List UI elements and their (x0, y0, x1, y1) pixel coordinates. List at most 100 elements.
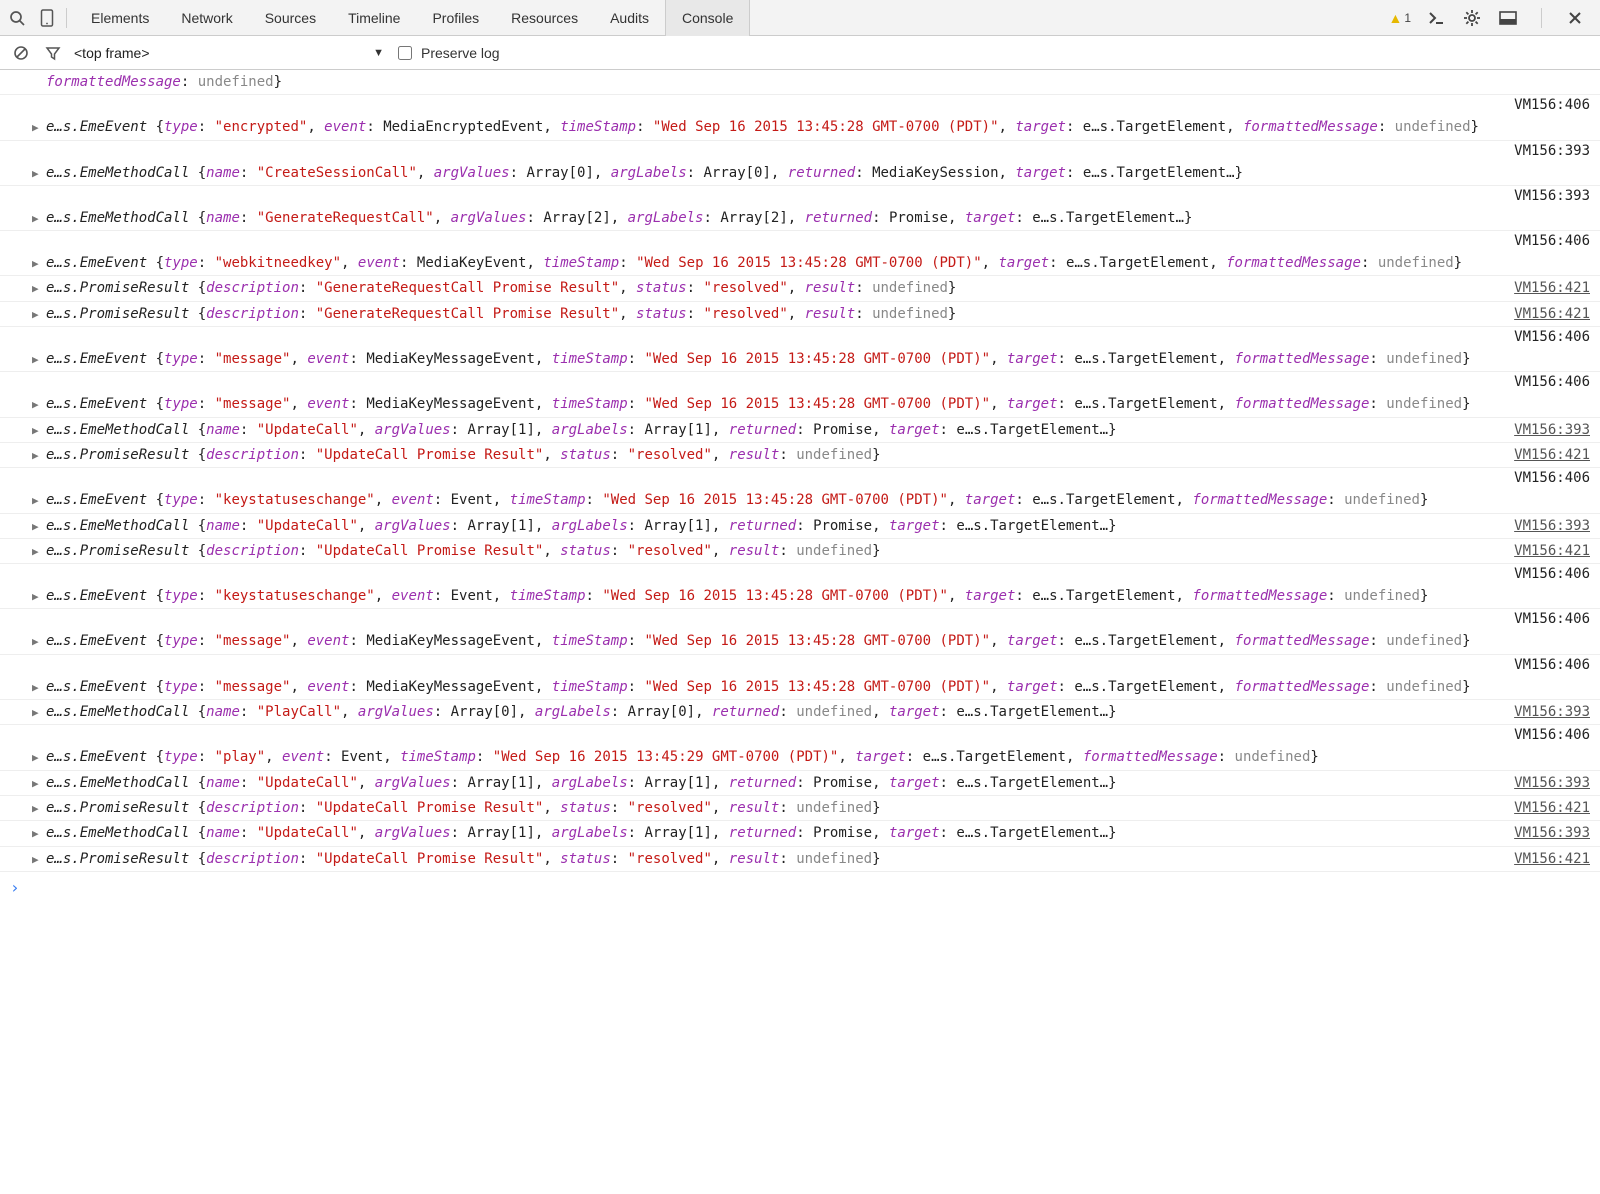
disclosure-triangle-icon[interactable]: ▶ (32, 448, 39, 464)
source-link[interactable]: VM156:406 (1514, 470, 1590, 486)
tab-sources[interactable]: Sources (249, 0, 332, 36)
disclosure-triangle-icon[interactable]: ▶ (32, 852, 39, 868)
disclosure-triangle-icon[interactable]: ▶ (32, 589, 39, 605)
log-value: e…s.TargetElement (1074, 396, 1217, 412)
disclosure-triangle-icon[interactable]: ▶ (32, 544, 39, 560)
log-key: name (206, 165, 240, 181)
log-value: undefined (796, 800, 872, 816)
search-icon[interactable] (6, 7, 28, 29)
source-link[interactable]: VM156:393 (1514, 516, 1590, 536)
tab-timeline[interactable]: Timeline (332, 0, 416, 36)
log-value: "Wed Sep 16 2015 13:45:28 GMT-0700 (PDT)… (636, 255, 982, 271)
log-key: timeStamp (510, 492, 586, 508)
disclosure-triangle-icon[interactable]: ▶ (32, 307, 39, 323)
disclosure-triangle-icon[interactable]: ▶ (32, 166, 39, 182)
log-value: Array[1] (467, 825, 534, 841)
disclosure-triangle-icon[interactable]: ▶ (32, 281, 39, 297)
source-link[interactable]: VM156:393 (1514, 420, 1590, 440)
device-icon[interactable] (36, 7, 58, 29)
source-link[interactable]: VM156:406 (1514, 329, 1590, 345)
preserve-log-input[interactable] (398, 46, 412, 60)
source-link[interactable]: VM156:421 (1514, 278, 1590, 298)
log-value: e…s.TargetElement (1032, 492, 1175, 508)
log-entry: ▶VM156:393e…s.EmeMethodCall {name: "Upda… (0, 821, 1600, 846)
log-value: Array[0] (526, 165, 593, 181)
source-link[interactable]: VM156:406 (1514, 611, 1590, 627)
log-key: event (282, 749, 324, 765)
gear-icon[interactable] (1461, 7, 1483, 29)
source-link[interactable]: VM156:421 (1514, 849, 1590, 869)
preserve-log-label: Preserve log (421, 45, 500, 61)
source-link[interactable]: VM156:393 (1514, 773, 1590, 793)
log-key: description (206, 306, 299, 322)
close-icon[interactable] (1564, 7, 1586, 29)
disclosure-triangle-icon[interactable]: ▶ (32, 423, 39, 439)
disclosure-triangle-icon[interactable]: ▶ (32, 826, 39, 842)
log-object-name: e…s.EmeEvent (46, 679, 156, 695)
log-value: "PlayCall" (257, 704, 341, 720)
source-link[interactable]: VM156:406 (1514, 374, 1590, 390)
source-link[interactable]: VM156:393 (1514, 188, 1590, 204)
log-entry: VM156:406 (0, 327, 1600, 347)
log-entry: ▶e…s.EmeEvent {type: "play", event: Even… (0, 745, 1600, 770)
log-key: type (164, 633, 198, 649)
warning-count[interactable]: ▲ 1 (1388, 10, 1411, 26)
source-link[interactable]: VM156:393 (1514, 143, 1590, 159)
log-object-name: e…s.PromiseResult (46, 280, 198, 296)
tab-profiles[interactable]: Profiles (416, 0, 495, 36)
disclosure-triangle-icon[interactable]: ▶ (32, 493, 39, 509)
log-value: e…s.TargetElement… (1032, 210, 1184, 226)
execution-context-select[interactable]: <top frame> ▼ (74, 45, 384, 61)
disclosure-triangle-icon[interactable]: ▶ (32, 120, 39, 136)
disclosure-triangle-icon[interactable]: ▶ (32, 256, 39, 272)
source-link[interactable]: VM156:406 (1514, 727, 1590, 743)
source-link[interactable]: VM156:393 (1514, 823, 1590, 843)
tab-audits[interactable]: Audits (594, 0, 665, 36)
source-link[interactable]: VM156:421 (1514, 445, 1590, 465)
source-link[interactable]: VM156:421 (1514, 304, 1590, 324)
dock-icon[interactable] (1497, 7, 1519, 29)
log-value: "resolved" (703, 280, 787, 296)
tab-network[interactable]: Network (165, 0, 248, 36)
source-link[interactable]: VM156:406 (1514, 657, 1590, 673)
log-key: returned (729, 422, 796, 438)
source-link[interactable]: VM156:406 (1514, 97, 1590, 113)
log-object-name: e…s.EmeEvent (46, 492, 156, 508)
log-object-name: e…s.EmeEvent (46, 119, 156, 135)
disclosure-triangle-icon[interactable]: ▶ (32, 634, 39, 650)
tab-resources[interactable]: Resources (495, 0, 594, 36)
log-value: Array[2] (543, 210, 610, 226)
log-value: e…s.TargetElement… (956, 422, 1108, 438)
tab-console[interactable]: Console (665, 0, 750, 36)
clear-console-icon[interactable] (10, 42, 32, 64)
preserve-log-checkbox[interactable]: Preserve log (394, 43, 500, 63)
log-key: target (889, 518, 940, 534)
disclosure-triangle-icon[interactable]: ▶ (32, 519, 39, 535)
tab-elements[interactable]: Elements (75, 0, 165, 36)
disclosure-triangle-icon[interactable]: ▶ (32, 776, 39, 792)
disclosure-triangle-icon[interactable]: ▶ (32, 750, 39, 766)
console-prompt[interactable]: › (0, 872, 1600, 903)
filter-icon[interactable] (42, 42, 64, 64)
source-link[interactable]: VM156:406 (1514, 566, 1590, 582)
log-key: formattedMessage (46, 74, 181, 90)
source-link[interactable]: VM156:421 (1514, 541, 1590, 561)
source-link[interactable]: VM156:393 (1514, 702, 1590, 722)
log-key: returned (729, 825, 796, 841)
disclosure-triangle-icon[interactable]: ▶ (32, 705, 39, 721)
disclosure-triangle-icon[interactable]: ▶ (32, 352, 39, 368)
console-prompt-icon[interactable] (1425, 7, 1447, 29)
disclosure-triangle-icon[interactable]: ▶ (32, 397, 39, 413)
disclosure-triangle-icon[interactable]: ▶ (32, 211, 39, 227)
warning-icon: ▲ (1388, 10, 1402, 26)
log-value: "resolved" (628, 447, 712, 463)
source-link[interactable]: VM156:421 (1514, 798, 1590, 818)
disclosure-triangle-icon[interactable]: ▶ (32, 680, 39, 696)
log-key: timeStamp (552, 351, 628, 367)
log-entry: VM156:393 (0, 141, 1600, 161)
disclosure-triangle-icon[interactable]: ▶ (32, 801, 39, 817)
log-entry: ▶e…s.EmeEvent {type: "webkitneedkey", ev… (0, 251, 1600, 276)
log-entry: ▶e…s.EmeMethodCall {name: "CreateSession… (0, 161, 1600, 186)
log-value: "keystatuseschange" (215, 588, 375, 604)
source-link[interactable]: VM156:406 (1514, 233, 1590, 249)
